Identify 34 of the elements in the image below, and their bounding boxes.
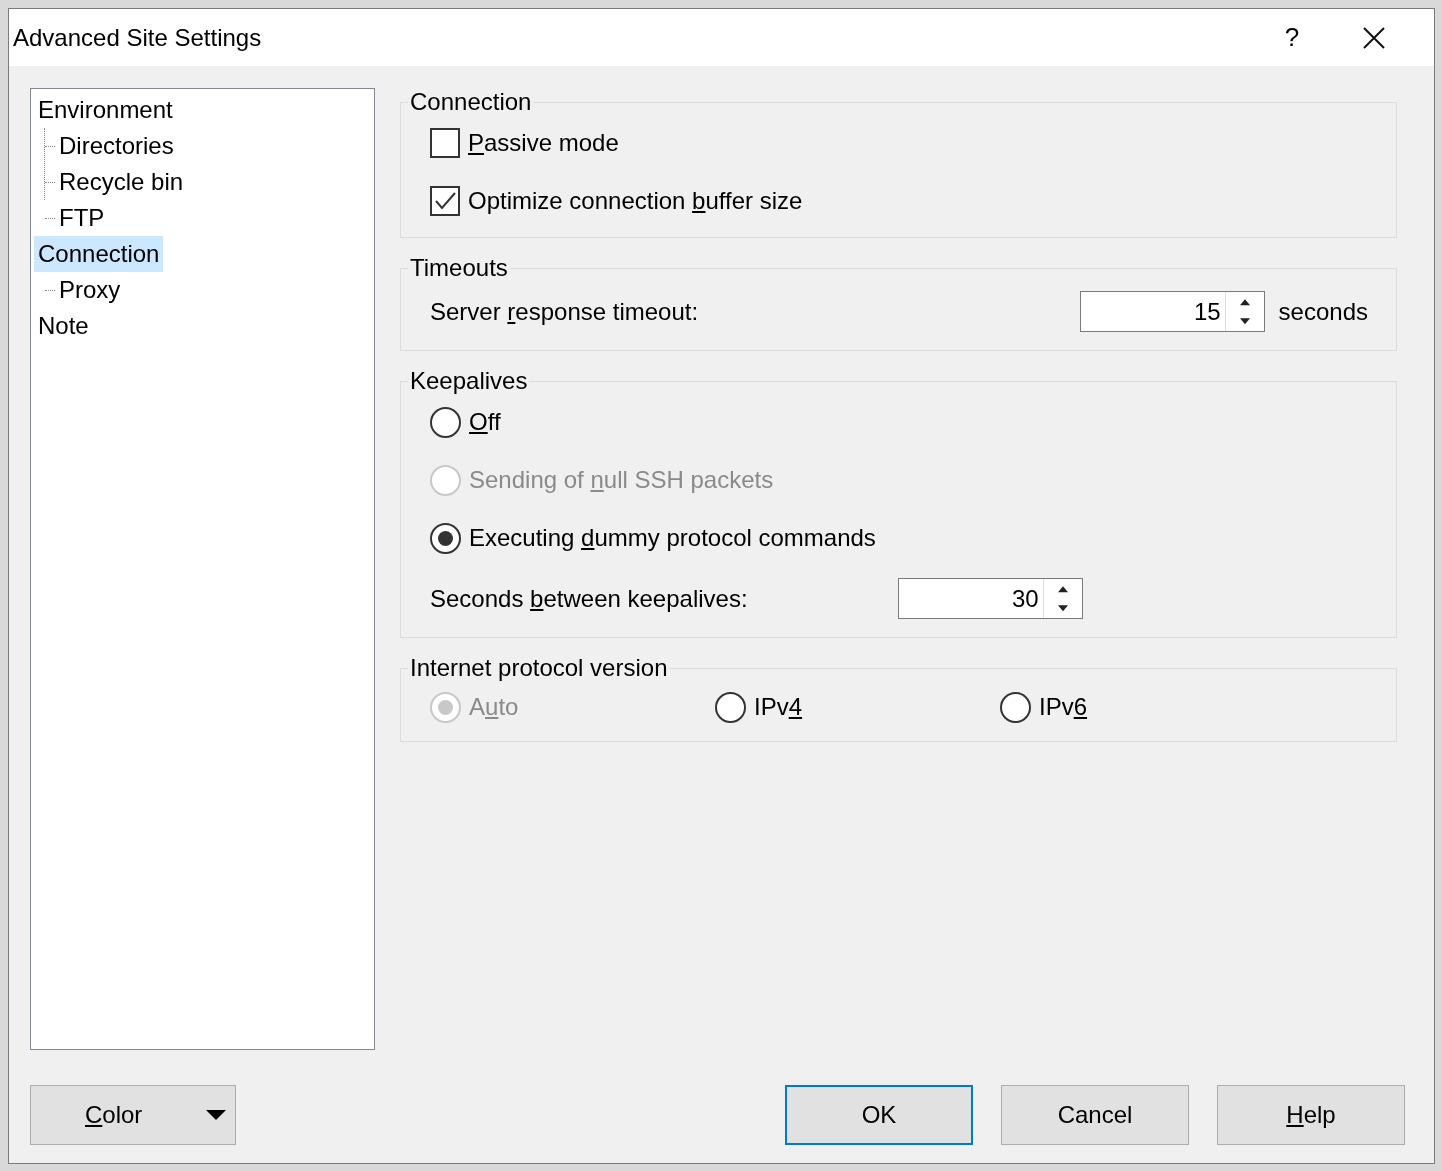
radio-button[interactable] (430, 522, 461, 554)
tree-item[interactable]: Connection (34, 236, 164, 272)
tree-item[interactable]: Directories (55, 128, 178, 164)
checkbox-label: Passive mode (468, 128, 619, 158)
tree-item[interactable]: Recycle bin (55, 164, 188, 200)
dialog-button[interactable]: OK (785, 1085, 973, 1145)
checkbox[interactable] (430, 186, 460, 216)
window-title: Advanced Site Settings (13, 23, 263, 52)
dialog-button[interactable]: Help (1217, 1085, 1405, 1145)
close-icon[interactable] (1362, 25, 1386, 50)
number-spinner[interactable]: 30 (897, 578, 1083, 619)
tree-item[interactable]: FTP (55, 200, 109, 236)
dropdown-button[interactable]: Color (30, 1085, 236, 1145)
tree-item[interactable]: Environment (34, 92, 177, 128)
radio-label: Auto (469, 692, 519, 722)
checkbox-label: Optimize connection buffer size (468, 186, 803, 216)
radio-label: IPv6 (1039, 692, 1088, 722)
radio-button[interactable] (430, 406, 461, 438)
radio-button[interactable] (715, 691, 746, 723)
radio-label: Off (469, 407, 501, 437)
field-label: Seconds between keepalives: (430, 584, 748, 613)
radio-label: IPv4 (754, 692, 803, 722)
radio-button[interactable] (1000, 691, 1031, 723)
number-spinner[interactable]: 15 (1079, 291, 1265, 332)
dialog-button[interactable]: Cancel (1001, 1085, 1189, 1145)
unit-label: seconds (1278, 297, 1368, 326)
tree-item[interactable]: Note (34, 308, 93, 344)
help-button[interactable]: ? (1262, 22, 1322, 53)
checkbox[interactable] (430, 128, 460, 158)
caret-icon (205, 1109, 227, 1121)
radio-label: Executing dummy protocol commands (469, 523, 876, 553)
radio-label: Sending of null SSH packets (469, 465, 774, 495)
tree-item[interactable]: Proxy (55, 272, 125, 308)
field-label: Server response timeout: (430, 297, 699, 326)
